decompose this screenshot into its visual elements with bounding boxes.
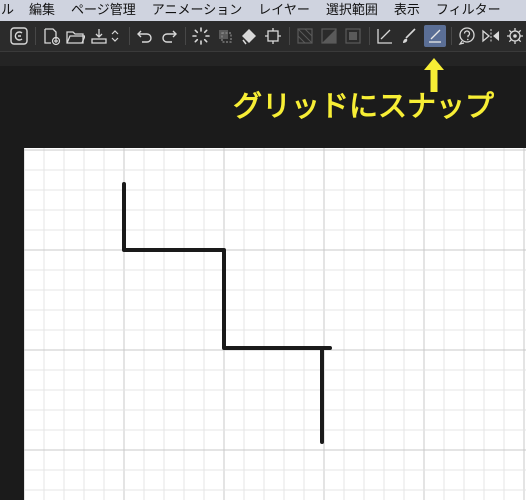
help-icon[interactable]: [456, 25, 478, 47]
undo-icon[interactable]: [134, 25, 156, 47]
menu-edit[interactable]: 編集: [21, 0, 63, 21]
settings-icon[interactable]: [504, 25, 526, 47]
menu-animation[interactable]: アニメーション: [144, 0, 250, 21]
toolbar-separator: [451, 27, 452, 45]
canvas-margin: [0, 148, 24, 500]
toolbar-separator: [35, 27, 36, 45]
menu-file[interactable]: ル: [0, 0, 21, 21]
gradient-icon[interactable]: [318, 25, 340, 47]
app-logo-icon[interactable]: [8, 25, 30, 47]
drawing-canvas[interactable]: [24, 148, 526, 500]
flip-horizontal-icon[interactable]: [480, 25, 502, 47]
menu-filter[interactable]: フィルター: [428, 0, 509, 21]
toolbar-separator: [185, 27, 186, 45]
frame-icon[interactable]: [342, 25, 364, 47]
annotation-label: グリッドにスナップ: [233, 89, 495, 123]
toolbar-separator: [129, 27, 130, 45]
drawn-stroke: [122, 182, 332, 444]
toolbar-substrip: [0, 52, 526, 66]
save-options-chevron-icon[interactable]: [108, 25, 122, 47]
menu-view[interactable]: 表示: [386, 0, 428, 21]
menu-layer[interactable]: レイヤー: [250, 0, 318, 21]
snap-brush-icon[interactable]: [398, 25, 420, 47]
grid-pattern-icon[interactable]: [294, 25, 316, 47]
loading-spinner-icon[interactable]: [190, 25, 212, 47]
new-file-icon[interactable]: [40, 25, 62, 47]
menu-page[interactable]: ページ管理: [63, 0, 144, 21]
redo-icon[interactable]: [158, 25, 180, 47]
canvas-drawing: [24, 148, 526, 500]
menu-selection[interactable]: 選択範囲: [318, 0, 386, 21]
snap-ruler-icon[interactable]: [374, 25, 396, 47]
toolbar-separator: [289, 27, 290, 45]
transform-icon[interactable]: [214, 25, 236, 47]
toolbar: [0, 21, 526, 52]
save-icon[interactable]: [88, 25, 110, 47]
menu-bar: ル 編集 ページ管理 アニメーション レイヤー 選択範囲 表示 フィルター: [0, 0, 526, 21]
snap-to-grid-icon[interactable]: [424, 25, 446, 47]
fill-icon[interactable]: [238, 25, 260, 47]
crop-icon[interactable]: [262, 25, 284, 47]
open-folder-icon[interactable]: [64, 25, 86, 47]
toolbar-separator: [369, 27, 370, 45]
